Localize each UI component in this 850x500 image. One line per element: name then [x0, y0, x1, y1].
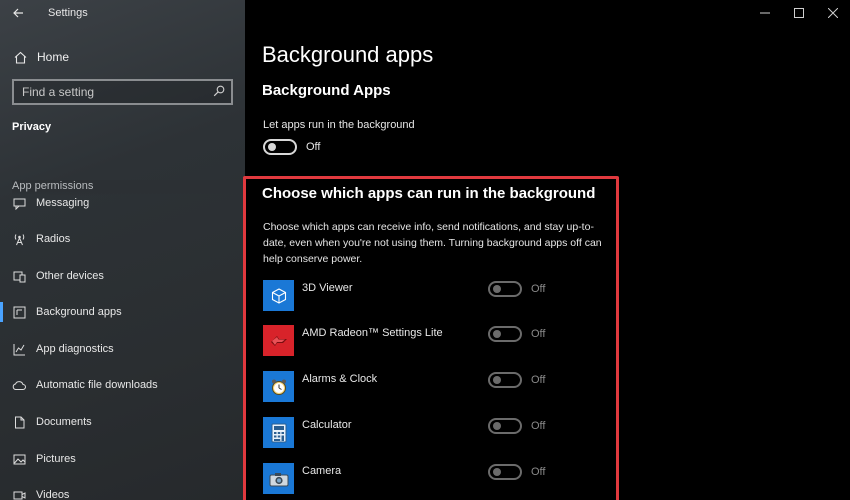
- toggle-knob: [493, 285, 501, 293]
- title-bar: Settings: [0, 0, 245, 26]
- minimize-button[interactable]: [748, 0, 782, 26]
- app-toggle-state: Off: [531, 328, 546, 340]
- back-arrow-icon: [13, 8, 23, 18]
- sidebar-item-label: Automatic file downloads: [36, 379, 158, 391]
- sidebar-item-label: Radios: [36, 233, 71, 245]
- background-toggle-label: Let apps run in the background: [263, 119, 415, 131]
- app-toggle-alarms-clock[interactable]: [488, 372, 522, 388]
- home-link[interactable]: Home: [0, 44, 245, 70]
- app-toggle-camera[interactable]: [488, 464, 522, 480]
- choose-apps-description: Choose which apps can receive info, send…: [263, 221, 602, 265]
- app-name: Alarms & Clock: [302, 373, 378, 385]
- background-apps-toggle[interactable]: [263, 139, 297, 155]
- sidebar-item-documents[interactable]: Documents: [0, 407, 245, 437]
- camera-icon: [263, 463, 294, 494]
- sidebar-item-other-devices[interactable]: Other devices: [0, 261, 245, 291]
- app-row-camera: Camera Off: [263, 463, 563, 495]
- toggle-knob: [493, 330, 501, 338]
- main-content: Background apps Background Apps Let apps…: [243, 0, 850, 500]
- toggle-knob: [493, 376, 501, 384]
- app-toggle-state: Off: [531, 374, 546, 386]
- toggle-knob: [268, 143, 276, 151]
- choose-apps-title: Choose which apps can run in the backgro…: [262, 185, 596, 202]
- document-icon: [12, 415, 26, 429]
- sidebar-item-label: Pictures: [36, 453, 76, 465]
- sidebar-item-background-apps[interactable]: Background apps: [0, 297, 245, 327]
- messaging-icon: [12, 196, 26, 210]
- app-toggle-state: Off: [531, 283, 546, 295]
- sidebar-item-radios[interactable]: Radios: [0, 224, 245, 254]
- page-title: Background apps: [262, 42, 434, 67]
- picture-icon: [12, 452, 26, 466]
- app-toggle-amd-radeon[interactable]: [488, 326, 522, 342]
- 3d-viewer-icon: [263, 280, 294, 311]
- radio-tower-icon: [12, 232, 26, 246]
- sidebar-item-automatic-file-downloads[interactable]: Automatic file downloads: [0, 370, 245, 400]
- cloud-icon: [12, 378, 26, 392]
- sidebar-item-label: Videos: [36, 489, 70, 500]
- sidebar-item-app-diagnostics[interactable]: App diagnostics: [0, 334, 245, 364]
- app-row-calculator: Calculator Off: [263, 417, 563, 449]
- home-icon: [13, 50, 27, 64]
- search-icon[interactable]: [213, 85, 225, 97]
- app-name: Calculator: [302, 419, 352, 431]
- close-button[interactable]: [816, 0, 850, 26]
- app-toggle-3d-viewer[interactable]: [488, 281, 522, 297]
- app-row-alarms-clock: Alarms & Clock Off: [263, 371, 563, 403]
- app-name: Camera: [302, 465, 342, 477]
- app-name: 3D Viewer: [302, 282, 353, 294]
- sidebar-item-label: App diagnostics: [36, 343, 114, 355]
- app-toggle-state: Off: [531, 420, 546, 432]
- privacy-heading: Privacy: [12, 121, 52, 133]
- sidebar-item-label: Background apps: [36, 306, 122, 318]
- app-name: AMD Radeon™ Settings Lite: [302, 327, 443, 339]
- close-icon: [828, 8, 838, 18]
- sidebar-nav-list: Messaging Radios Other devices Backgroun…: [0, 184, 245, 500]
- background-apps-icon: [12, 305, 26, 319]
- search-box[interactable]: [12, 79, 233, 105]
- app-row-amd-radeon: AMD Radeon™ Settings Lite Off: [263, 325, 563, 357]
- amd-radeon-icon: [263, 325, 294, 356]
- maximize-button[interactable]: [782, 0, 816, 26]
- search-input[interactable]: [14, 81, 204, 103]
- sidebar-item-pictures[interactable]: Pictures: [0, 444, 245, 474]
- sidebar: Settings Home Privacy Messaging: [0, 0, 245, 500]
- diagnostics-chart-icon: [12, 342, 26, 356]
- toggle-knob: [493, 422, 501, 430]
- sidebar-item-label: Documents: [36, 416, 92, 428]
- sidebar-item-videos[interactable]: Videos: [0, 480, 245, 500]
- app-row-3d-viewer: 3D Viewer Off: [263, 280, 563, 312]
- window-title: Settings: [48, 7, 88, 19]
- other-devices-icon: [12, 269, 26, 283]
- app-permissions-heading: App permissions: [12, 180, 245, 196]
- home-label: Home: [37, 50, 70, 64]
- calculator-icon: [263, 417, 294, 448]
- minimize-icon: [760, 12, 770, 14]
- maximize-icon: [794, 8, 804, 18]
- window-controls: [748, 0, 850, 26]
- sidebar-item-label: Other devices: [36, 270, 104, 282]
- app-toggle-calculator[interactable]: [488, 418, 522, 434]
- sidebar-item-label: Messaging: [36, 197, 90, 209]
- background-toggle-state: Off: [306, 141, 321, 153]
- app-toggle-state: Off: [531, 466, 546, 478]
- video-icon: [12, 488, 26, 500]
- toggle-knob: [493, 468, 501, 476]
- section-title: Background Apps: [262, 82, 391, 99]
- alarm-clock-icon: [263, 371, 294, 402]
- back-button[interactable]: [8, 3, 28, 23]
